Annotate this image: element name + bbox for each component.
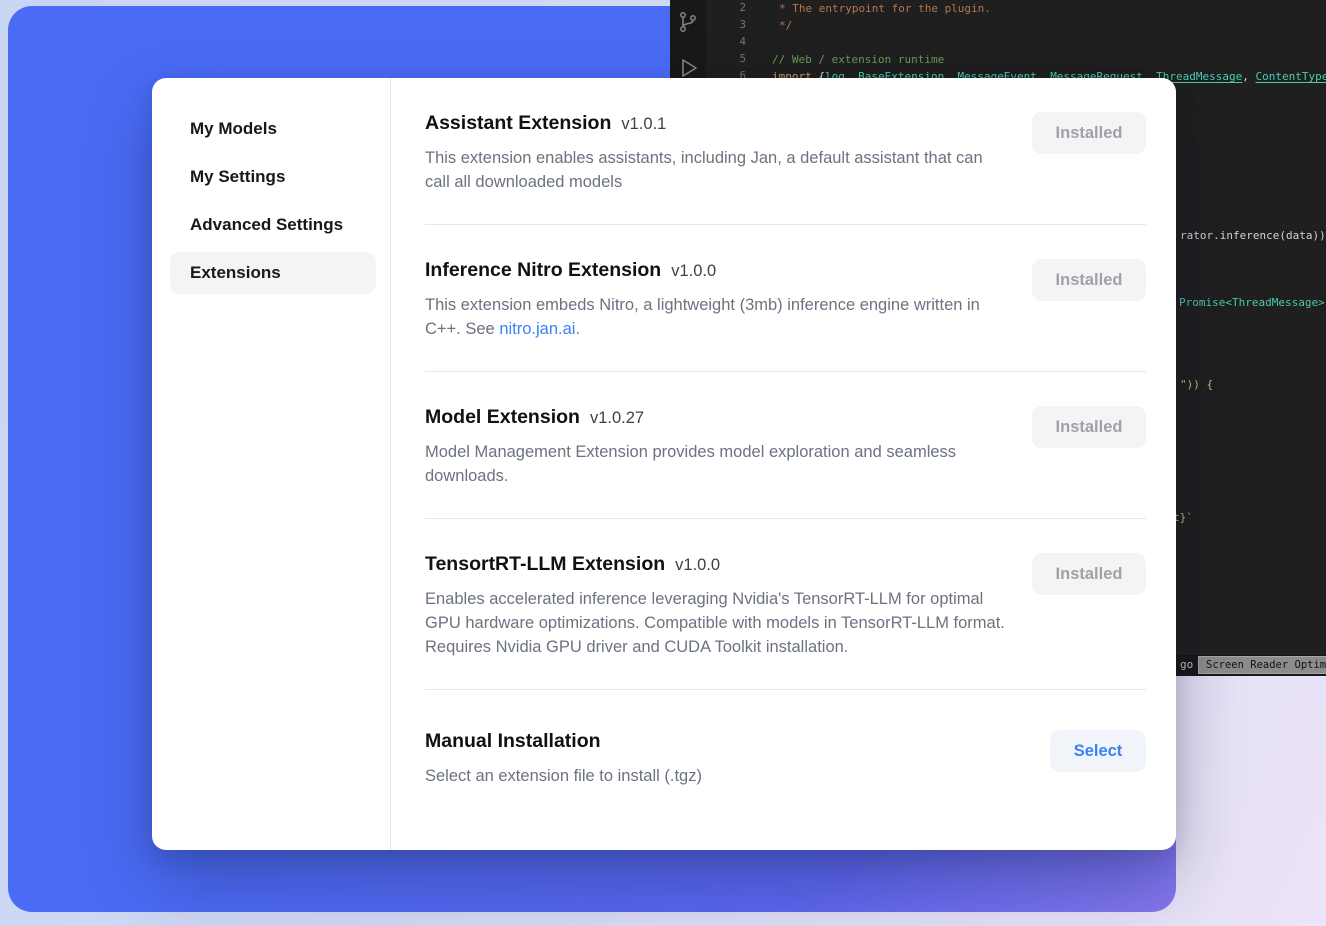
installed-button-model[interactable]: Installed bbox=[1032, 406, 1146, 448]
run-debug-icon[interactable] bbox=[676, 56, 700, 80]
source-control-icon[interactable] bbox=[676, 10, 700, 34]
code-fragment: ")) { bbox=[1180, 378, 1213, 391]
code-line: 2 * The entrypoint for the plugin. bbox=[706, 0, 1326, 17]
extension-row-inference-nitro: Inference Nitro Extension v1.0.0 This ex… bbox=[425, 225, 1146, 372]
screen-reader-chip[interactable]: Screen Reader Optimize bbox=[1198, 656, 1326, 674]
extension-info: TensortRT-LLM Extension v1.0.0 Enables a… bbox=[425, 553, 1007, 659]
extension-title: Manual Installation bbox=[425, 730, 601, 753]
installed-button-inference-nitro[interactable]: Installed bbox=[1032, 259, 1146, 301]
extension-title: Assistant Extension bbox=[425, 112, 611, 135]
installed-button-assistant[interactable]: Installed bbox=[1032, 112, 1146, 154]
extension-info: Model Extension v1.0.27 Model Management… bbox=[425, 406, 1007, 488]
sidebar-item-extensions[interactable]: Extensions bbox=[170, 252, 376, 294]
extension-version: v1.0.0 bbox=[671, 262, 716, 281]
extension-description: Select an extension file to install (.tg… bbox=[425, 764, 702, 788]
code-fragment: Promise<ThreadMessage> bbox=[1179, 296, 1325, 309]
line-number: 2 bbox=[706, 0, 760, 17]
extension-description: Enables accelerated inference leveraging… bbox=[425, 587, 1007, 659]
code-line: 3 */ bbox=[706, 17, 1326, 34]
code-text: */ bbox=[772, 17, 792, 34]
code-token: ContentType bbox=[1256, 70, 1326, 83]
extension-row-tensorrt-llm: TensortRT-LLM Extension v1.0.0 Enables a… bbox=[425, 519, 1146, 690]
status-text: go bbox=[1180, 658, 1193, 671]
installed-button-tensorrt-llm[interactable]: Installed bbox=[1032, 553, 1146, 595]
extension-info: Assistant Extension v1.0.1 This extensio… bbox=[425, 112, 1007, 194]
line-number: 5 bbox=[706, 51, 760, 68]
code-text: * The entrypoint for the plugin. bbox=[772, 0, 991, 17]
extension-title: TensortRT-LLM Extension bbox=[425, 553, 665, 576]
extension-row-model: Model Extension v1.0.27 Model Management… bbox=[425, 372, 1146, 519]
extensions-panel: Assistant Extension v1.0.1 This extensio… bbox=[391, 78, 1176, 850]
extension-description: This extension embeds Nitro, a lightweig… bbox=[425, 293, 1007, 341]
extension-info: Manual Installation Select an extension … bbox=[425, 730, 702, 788]
sidebar-item-my-models[interactable]: My Models bbox=[170, 108, 376, 150]
line-number: 3 bbox=[706, 17, 760, 34]
extension-description: This extension enables assistants, inclu… bbox=[425, 146, 1007, 194]
sidebar-item-advanced-settings[interactable]: Advanced Settings bbox=[170, 204, 376, 246]
settings-sidebar: My Models My Settings Advanced Settings … bbox=[152, 78, 391, 850]
line-number: 4 bbox=[706, 34, 760, 51]
extension-version: v1.0.27 bbox=[590, 409, 644, 428]
code-fragment: rator.inference(data)); bbox=[1180, 229, 1326, 242]
extension-description: Model Management Extension provides mode… bbox=[425, 440, 1007, 488]
nitro-jan-ai-link[interactable]: nitro.jan.ai. bbox=[499, 320, 580, 338]
extension-row-manual-installation: Manual Installation Select an extension … bbox=[425, 690, 1146, 818]
select-button[interactable]: Select bbox=[1050, 730, 1146, 772]
extension-version: v1.0.1 bbox=[621, 115, 666, 134]
code-token: , bbox=[1242, 70, 1255, 83]
settings-modal: My Models My Settings Advanced Settings … bbox=[152, 78, 1176, 850]
code-text: // Web / extension runtime bbox=[772, 51, 944, 68]
code-line: 4 bbox=[706, 34, 1326, 51]
extension-version: v1.0.0 bbox=[675, 556, 720, 575]
code-line: 5 // Web / extension runtime bbox=[706, 51, 1326, 68]
sidebar-item-my-settings[interactable]: My Settings bbox=[170, 156, 376, 198]
extension-info: Inference Nitro Extension v1.0.0 This ex… bbox=[425, 259, 1007, 341]
extension-title: Model Extension bbox=[425, 406, 580, 429]
extension-row-assistant: Assistant Extension v1.0.1 This extensio… bbox=[425, 78, 1146, 225]
extension-title: Inference Nitro Extension bbox=[425, 259, 661, 282]
